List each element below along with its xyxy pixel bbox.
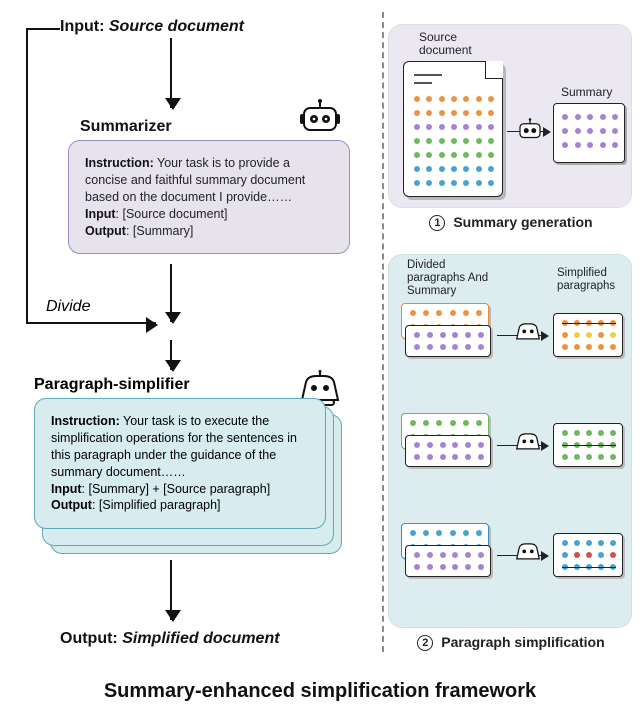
- in-label: Input: [51, 482, 82, 496]
- summary-icon: [553, 103, 625, 163]
- paragraph-simplifier-heading: Paragraph-simplifier: [34, 376, 190, 394]
- panel-caption-1: 1 Summary generation: [388, 214, 634, 231]
- doc-row: [414, 152, 494, 158]
- doc-row: [414, 166, 494, 172]
- output-value: Simplified document: [122, 630, 279, 647]
- para-pair: [401, 303, 489, 345]
- flow-arrow: [170, 340, 172, 370]
- summary-generation-panel: Source document Summary: [388, 24, 632, 208]
- simplified-paragraph-icon: [553, 423, 623, 467]
- para-pair: [401, 413, 489, 455]
- left-column: Input: Source document Summarizer Instru…: [0, 0, 378, 660]
- summarizer-prompt-card: Instruction: Your task is to provide a c…: [68, 140, 350, 254]
- flow-arrow: [170, 264, 172, 322]
- figure-title-text: Summary-enhanced simplification framewor…: [104, 680, 536, 702]
- doc-title-line: [414, 82, 432, 84]
- simplified-paragraph-icon: [553, 313, 623, 357]
- flow-line: [26, 28, 28, 322]
- vertical-divider: [382, 12, 384, 652]
- instr-label: Instruction:: [51, 414, 120, 428]
- out-label: Output: [51, 498, 92, 512]
- prompt-output: Output: [Summary]: [85, 223, 333, 240]
- panel-caption-2: 2 Paragraph simplification: [388, 634, 634, 651]
- divide-label: Divide: [46, 298, 90, 316]
- row: [410, 420, 482, 426]
- simplified-paragraphs-label: Simplified paragraphs: [557, 267, 625, 293]
- in-text: [Source document]: [123, 207, 228, 221]
- out-label: Output: [85, 224, 126, 238]
- row: [562, 552, 616, 558]
- simplified-paragraph-icon: [553, 533, 623, 577]
- row: [562, 430, 616, 436]
- out-text: [Summary]: [133, 224, 193, 238]
- doc-row: [414, 124, 494, 130]
- summary-label: Summary: [561, 85, 612, 99]
- row: [414, 454, 484, 460]
- divided-paragraphs-label: Divided paragraphs And Summary: [407, 259, 497, 299]
- right-column: Source document Summary 1 Summary genera…: [388, 0, 634, 660]
- step-number-icon: 1: [429, 215, 445, 231]
- robot-icon: [296, 98, 344, 138]
- flow-arrow: [170, 560, 172, 620]
- robot-icon: [513, 539, 543, 565]
- step-number-icon: 2: [417, 635, 433, 651]
- doc-row: [414, 110, 494, 116]
- prompt-input: Input: [Summary] + [Source paragraph]: [51, 481, 309, 498]
- prompt-output: Output: [Simplified paragraph]: [51, 497, 309, 514]
- summarizer-heading: Summarizer: [80, 118, 172, 136]
- output-word: Output:: [60, 630, 118, 647]
- input-word: Input:: [60, 18, 104, 35]
- row: [562, 344, 616, 350]
- row: [414, 564, 484, 570]
- instr-label: Instruction:: [85, 156, 154, 170]
- sum-row: [562, 128, 618, 134]
- flow-arrow: [170, 38, 172, 108]
- row: [410, 530, 482, 536]
- strike-icon: [562, 445, 616, 446]
- figure-title: Summary-enhanced simplification framewor…: [0, 680, 640, 703]
- summary-mini-icon: [405, 435, 491, 467]
- page-fold-icon: [485, 61, 503, 79]
- row: [562, 540, 616, 546]
- strike-icon: [562, 567, 616, 568]
- input-label: Input: Source document: [60, 18, 244, 36]
- row: [414, 552, 484, 558]
- output-label: Output: Simplified document: [60, 630, 280, 648]
- paragraph-simplification-panel: Divided paragraphs And Summary Simplifie…: [388, 254, 632, 628]
- doc-title-line: [414, 74, 442, 76]
- row: [562, 454, 616, 460]
- source-doc-icon: [403, 61, 503, 197]
- paragraph-prompt-card: Instruction: Your task is to execute the…: [34, 398, 326, 529]
- para-pair: [401, 523, 489, 565]
- row: [414, 332, 484, 338]
- source-doc-label: Source document: [419, 31, 489, 57]
- doc-row: [414, 138, 494, 144]
- doc-row: [414, 180, 494, 186]
- flow-line: [26, 28, 60, 30]
- row: [410, 310, 482, 316]
- summary-mini-icon: [405, 545, 491, 577]
- in-text: [Summary] + [Source paragraph]: [89, 482, 271, 496]
- caption-text: Summary generation: [453, 214, 592, 230]
- flow-arrow-divide: [26, 322, 156, 324]
- prompt-input: Input: [Source document]: [85, 206, 333, 223]
- sum-row: [562, 114, 618, 120]
- row: [562, 332, 616, 338]
- in-label: Input: [85, 207, 116, 221]
- row: [414, 344, 484, 350]
- doc-row: [414, 96, 494, 102]
- sum-row: [562, 142, 618, 148]
- prompt-instruction: Instruction: Your task is to execute the…: [51, 413, 309, 481]
- strike-icon: [562, 323, 616, 324]
- summary-mini-icon: [405, 325, 491, 357]
- caption-text: Paragraph simplification: [441, 634, 604, 650]
- prompt-instruction: Instruction: Your task is to provide a c…: [85, 155, 333, 206]
- input-value: Source document: [109, 18, 244, 35]
- row: [414, 442, 484, 448]
- robot-icon: [515, 117, 545, 143]
- out-text: [Simplified paragraph]: [99, 498, 221, 512]
- robot-icon: [513, 319, 543, 345]
- robot-icon: [513, 429, 543, 455]
- paragraph-prompt-stack: Instruction: Your task is to execute the…: [34, 398, 346, 552]
